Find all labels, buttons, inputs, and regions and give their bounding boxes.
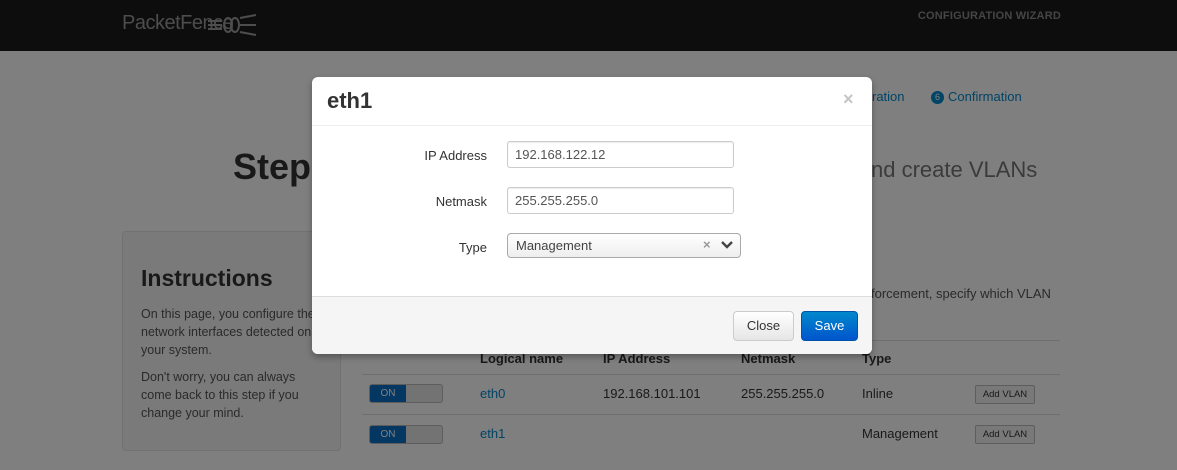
type-label: Type: [458, 240, 487, 255]
modal-footer: Close Save: [312, 296, 872, 354]
ip-address-input[interactable]: [507, 141, 734, 168]
close-button[interactable]: Close: [733, 311, 794, 341]
type-selected-value: Management: [516, 238, 592, 253]
close-icon[interactable]: ×: [843, 89, 854, 110]
save-button[interactable]: Save: [801, 311, 858, 341]
netmask-input[interactable]: [507, 187, 734, 214]
clear-selection-icon[interactable]: ×: [703, 237, 711, 252]
modal-backdrop-navbar: [0, 0, 1177, 51]
netmask-label: Netmask: [435, 194, 487, 209]
modal-title: eth1: [327, 88, 373, 113]
interface-edit-modal: eth1 × IP Address Netmask Type Managemen…: [312, 77, 872, 354]
modal-header: eth1 ×: [312, 77, 872, 126]
ip-address-label: IP Address: [424, 148, 487, 163]
type-select[interactable]: Management ×: [507, 233, 741, 258]
chevron-down-icon[interactable]: [721, 241, 733, 250]
